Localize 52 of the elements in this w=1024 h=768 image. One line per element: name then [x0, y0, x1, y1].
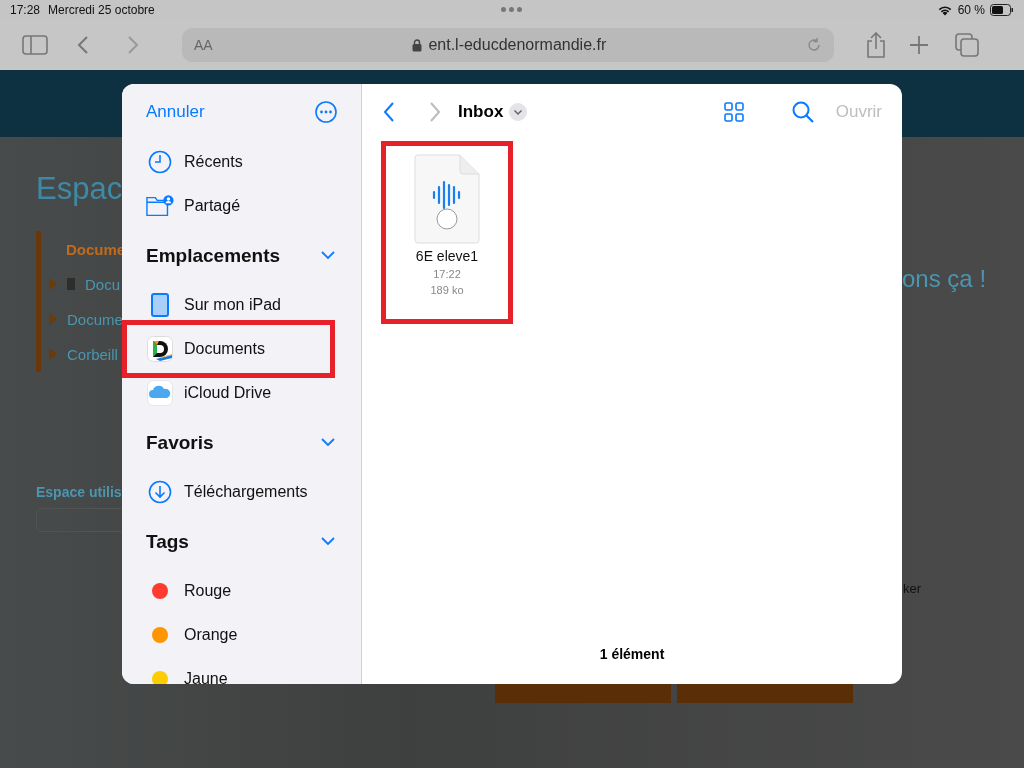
cancel-button[interactable]: Annuler — [146, 102, 205, 122]
more-icon[interactable] — [315, 101, 337, 123]
lock-icon — [412, 38, 423, 52]
address-bar[interactable]: AA ent.l-educdenormandie.fr — [182, 28, 834, 62]
page-title: Espac — [36, 171, 123, 207]
status-date: Mercredi 25 octobre — [48, 3, 155, 17]
audio-file-icon — [414, 154, 480, 244]
plus-icon[interactable] — [909, 35, 929, 55]
file-time: 17:22 — [433, 268, 461, 280]
clock-icon — [148, 150, 172, 174]
reload-icon[interactable] — [806, 37, 822, 53]
file-name: 6E eleve1 — [415, 248, 479, 264]
dropdown-icon[interactable] — [509, 103, 528, 121]
sidebar-item[interactable]: Documents — [122, 320, 335, 378]
tree-heading: Docume — [66, 240, 126, 258]
file-size: 189 ko — [430, 284, 464, 296]
sidebar-item[interactable]: Téléchargements — [146, 470, 337, 514]
chevron-icon[interactable] — [321, 251, 335, 260]
cloud-icon — [147, 380, 173, 406]
sidebar-item[interactable]: Orange — [146, 613, 337, 657]
battery-percent: 60 % — [957, 3, 985, 17]
file-item[interactable]: 6E eleve1 17:22 189 ko — [381, 141, 513, 324]
tabs-icon[interactable] — [955, 33, 979, 57]
tablet-icon — [150, 292, 170, 318]
app-icon — [147, 336, 173, 362]
chevron-icon[interactable] — [321, 537, 335, 546]
section-title: Tags — [146, 530, 189, 553]
sidebar-item[interactable]: Rouge — [146, 569, 337, 613]
sidebar-icon[interactable] — [22, 35, 48, 55]
chevron-icon[interactable] — [321, 438, 335, 447]
item-count: 1 élément — [598, 646, 666, 664]
status-time: 17:28 — [10, 3, 41, 17]
battery-icon — [990, 4, 1014, 16]
sidebar-item[interactable]: Jaune — [146, 657, 337, 684]
folder-title[interactable]: Inbox — [458, 102, 504, 122]
back-icon[interactable] — [76, 35, 90, 55]
multitask-dots-icon[interactable] — [501, 7, 522, 12]
grid-view-icon[interactable] — [723, 102, 744, 122]
download-icon — [148, 480, 172, 504]
sidebar-item[interactable]: Partagé — [146, 184, 337, 228]
slogan-text: ons ça ! — [902, 265, 987, 293]
section-title: Favoris — [146, 431, 214, 454]
back-icon[interactable] — [382, 101, 396, 123]
sidebar-item[interactable]: Récents — [146, 140, 337, 184]
search-icon[interactable] — [791, 101, 814, 123]
section-title: Emplacements — [146, 244, 281, 267]
forward-icon[interactable] — [126, 35, 140, 55]
storage-label: Espace utilis — [36, 484, 122, 500]
share-icon[interactable] — [866, 32, 886, 58]
url-text: ent.l-educdenormandie.fr — [428, 36, 607, 54]
shared-folder-icon — [146, 194, 174, 218]
wifi-icon — [936, 4, 953, 16]
